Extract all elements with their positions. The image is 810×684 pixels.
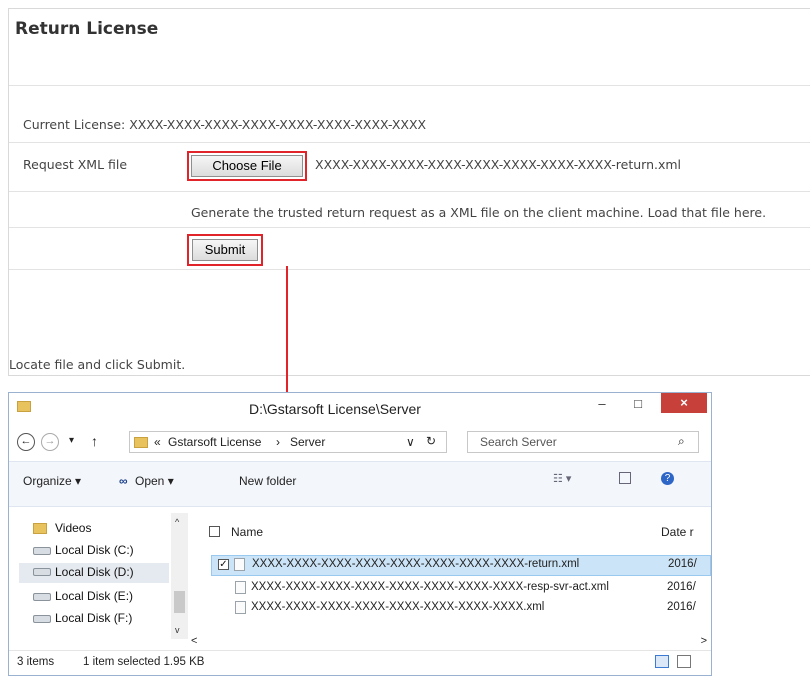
back-icon[interactable]: ← xyxy=(17,433,35,451)
selected-file-name: XXXX-XXXX-XXXX-XXXX-XXXX-XXXX-XXXX-XXXX-… xyxy=(315,157,682,172)
disk-icon xyxy=(33,593,51,601)
disk-icon xyxy=(33,568,51,576)
new-folder-button[interactable]: New folder xyxy=(239,474,296,488)
file-name: XXXX-XXXX-XXXX-XXXX-XXXX-XXXX-XXXX-XXXX-… xyxy=(251,581,609,593)
details-view-icon[interactable] xyxy=(655,655,669,668)
minimize-button[interactable]: – xyxy=(589,393,615,415)
preview-pane-icon[interactable] xyxy=(619,472,631,484)
breadcrumb-gstarsoft[interactable]: Gstarsoft License xyxy=(168,435,261,449)
page-title: Return License xyxy=(15,19,159,39)
close-button[interactable]: × xyxy=(661,393,707,413)
file-date: 2016/ xyxy=(668,558,697,570)
file-date: 2016/ xyxy=(667,601,696,613)
selection-info: 1 item selected 1.95 KB xyxy=(83,656,205,668)
file-name: XXXX-XXXX-XXXX-XXXX-XXXX-XXXX-XXXX-XXXX-… xyxy=(252,558,580,570)
file-list-header: Name Date r xyxy=(209,523,711,543)
address-bar[interactable]: « Gstarsoft License › Server ∨ ↻ xyxy=(129,431,447,453)
divider xyxy=(9,142,810,143)
videos-folder-icon xyxy=(33,523,47,534)
search-input[interactable]: Search Server ⌕ xyxy=(467,431,699,453)
name-column-header[interactable]: Name xyxy=(231,525,263,539)
divider xyxy=(9,227,810,228)
recent-locations-icon[interactable]: ▾ xyxy=(69,435,74,446)
search-placeholder: Search Server xyxy=(480,435,557,449)
disk-icon xyxy=(33,615,51,623)
maximize-button[interactable]: □ xyxy=(625,393,651,415)
scroll-down-icon[interactable]: v xyxy=(175,625,180,635)
choose-file-button[interactable]: Choose File xyxy=(191,155,303,177)
search-icon[interactable]: ⌕ xyxy=(678,434,685,449)
file-name: XXXX-XXXX-XXXX-XXXX-XXXX-XXXX-XXXX-XXXX.… xyxy=(251,601,545,613)
help-text: Generate the trusted return request as a… xyxy=(191,205,767,220)
nav-item-label: Videos xyxy=(55,521,92,535)
xml-file-icon xyxy=(235,601,246,614)
open-with-icon: ∞ xyxy=(119,474,128,488)
scrollbar-thumb[interactable] xyxy=(174,591,185,613)
refresh-icon[interactable]: ↻ xyxy=(426,434,436,448)
nav-item-label: Local Disk (D:) xyxy=(55,565,134,579)
open-button[interactable]: Open ▾ xyxy=(135,474,174,488)
divider xyxy=(9,269,810,270)
disk-icon xyxy=(33,547,51,555)
nav-item-label: Local Disk (C:) xyxy=(55,543,134,557)
breadcrumb-separator[interactable]: › xyxy=(276,435,280,449)
item-count: 3 items xyxy=(17,656,55,668)
file-row[interactable]: XXXX-XXXX-XXXX-XXXX-XXXX-XXXX-XXXX-XXXX-… xyxy=(209,579,711,599)
up-icon[interactable]: ↑ xyxy=(91,433,98,449)
divider xyxy=(9,85,810,86)
nav-scrollbar[interactable]: ^ v xyxy=(171,513,188,639)
submit-button[interactable]: Submit xyxy=(192,239,258,261)
nav-item-disk-d[interactable]: Local Disk (D:) xyxy=(19,563,169,583)
file-list-hscrollbar[interactable]: < > xyxy=(191,635,707,649)
help-icon[interactable]: ? xyxy=(661,472,674,485)
current-license-text: Current License: XXXX-XXXX-XXXX-XXXX-XXX… xyxy=(23,117,427,132)
file-open-dialog: D:\Gstarsoft License\Server – □ × ← → ▾ … xyxy=(8,392,712,676)
dialog-title: D:\Gstarsoft License\Server xyxy=(249,401,421,417)
nav-item-label: Local Disk (E:) xyxy=(55,589,134,603)
scroll-up-icon[interactable]: ^ xyxy=(175,517,179,527)
scroll-left-icon[interactable]: < xyxy=(191,635,197,647)
file-row[interactable]: XXXX-XXXX-XXXX-XXXX-XXXX-XXXX-XXXX-XXXX.… xyxy=(209,599,711,619)
scroll-right-icon[interactable]: > xyxy=(701,635,707,647)
organize-button[interactable]: Organize ▾ xyxy=(23,474,81,488)
file-checkbox[interactable]: ✓ xyxy=(218,559,229,570)
request-xml-label: Request XML file xyxy=(23,157,128,172)
command-bar: Organize ▾ ∞ Open ▾ New folder ☷ ▾ ? xyxy=(9,461,711,507)
nav-item-label: Local Disk (F:) xyxy=(55,611,133,625)
divider xyxy=(9,191,810,192)
folder-icon xyxy=(134,437,148,448)
select-all-checkbox[interactable] xyxy=(209,526,220,537)
address-dropdown-icon[interactable]: ∨ xyxy=(406,435,415,449)
footer-instructions: Locate file and click Submit. xyxy=(9,357,186,372)
folder-icon xyxy=(17,401,31,412)
breadcrumb-server[interactable]: Server xyxy=(290,435,325,449)
breadcrumb-prefix: « xyxy=(154,435,161,449)
file-date: 2016/ xyxy=(667,581,696,593)
forward-icon[interactable]: → xyxy=(41,433,59,451)
view-options-icon[interactable]: ☷ ▾ xyxy=(553,472,571,485)
date-column-header[interactable]: Date r xyxy=(661,525,694,539)
large-icons-view-icon[interactable] xyxy=(677,655,691,668)
status-bar: 3 items 1 item selected 1.95 KB xyxy=(9,650,711,675)
xml-file-icon xyxy=(235,581,246,594)
xml-file-icon xyxy=(234,558,245,571)
file-row-selected[interactable]: ✓ XXXX-XXXX-XXXX-XXXX-XXXX-XXXX-XXXX-XXX… xyxy=(211,555,711,576)
return-license-panel: Return License Current License: XXXX-XXX… xyxy=(8,8,810,376)
dialog-titlebar: D:\Gstarsoft License\Server – □ × xyxy=(9,393,711,423)
